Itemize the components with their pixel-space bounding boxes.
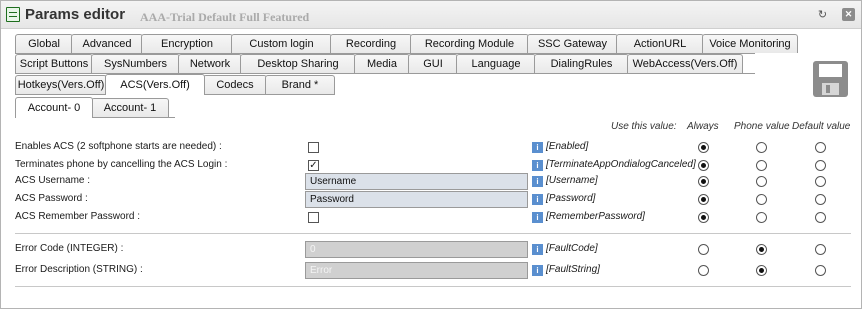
use-default-radio[interactable] (815, 194, 826, 205)
tab-row1-0[interactable]: Global (15, 34, 73, 53)
param-label: Error Description (STRING) : (15, 264, 143, 275)
save-disk-icon[interactable] (813, 61, 848, 97)
tab-row2-2[interactable]: Network (178, 54, 242, 73)
info-icon[interactable]: i (532, 212, 543, 223)
use-default-radio[interactable] (815, 265, 826, 276)
param-label: Terminates phone by cancelling the ACS L… (15, 159, 228, 170)
param-checkbox[interactable]: ✓ (308, 160, 319, 171)
tab-row2-6[interactable]: Language (456, 54, 536, 73)
tab-row1-4[interactable]: Recording (330, 34, 412, 53)
tab-row2-0[interactable]: Script Buttons (15, 54, 93, 73)
use-always-radio[interactable] (698, 194, 709, 205)
use-always-radio[interactable] (698, 265, 709, 276)
param-checkbox[interactable] (308, 212, 319, 223)
params-editor-window: Params editor AAA-Trial Default Full Fea… (0, 0, 862, 309)
use-always-radio[interactable] (698, 142, 709, 153)
info-icon[interactable]: i (532, 176, 543, 187)
tab-row3-1[interactable]: ACS(Vers.Off) (105, 74, 205, 95)
tab-row1-7[interactable]: ActionURL (616, 34, 704, 53)
use-always-radio[interactable] (698, 244, 709, 255)
use-phone-radio[interactable] (756, 176, 767, 187)
info-icon[interactable]: i (532, 244, 543, 255)
always-column-header: Always (687, 121, 719, 132)
param-label: ACS Username : (15, 175, 91, 186)
document-icon (6, 7, 20, 22)
param-name: [RememberPassword] (546, 211, 645, 222)
tab-account-1[interactable]: Account- 1 (91, 98, 169, 117)
tab-row1-5[interactable]: Recording Module (410, 34, 529, 53)
use-phone-radio[interactable] (756, 142, 767, 153)
param-label: Error Code (INTEGER) : (15, 243, 124, 254)
param-row: ACS Remember Password : i [RememberPasswor… (1, 209, 861, 227)
tab-row2-5[interactable]: GUI (408, 54, 458, 73)
param-name: [Username] (546, 175, 598, 186)
param-row: ACS Username : Username i [Username] (1, 173, 861, 191)
param-label: ACS Password : (15, 193, 88, 204)
param-label: Enables ACS (2 softphone starts are need… (15, 141, 222, 152)
use-phone-radio[interactable] (756, 160, 767, 171)
param-checkbox[interactable] (308, 142, 319, 153)
section-separator (15, 233, 851, 234)
use-always-radio[interactable] (698, 176, 709, 187)
info-icon[interactable]: i (532, 194, 543, 205)
use-default-radio[interactable] (815, 142, 826, 153)
tab-row2-4[interactable]: Media (354, 54, 410, 73)
title-bar: Params editor AAA-Trial Default Full Fea… (1, 1, 861, 29)
tab-account-0[interactable]: Account- 0 (15, 97, 93, 118)
refresh-icon[interactable]: ↻ (816, 8, 829, 21)
tab-row1-2[interactable]: Encryption (141, 34, 233, 53)
param-text-field[interactable]: Username (305, 173, 528, 190)
param-text-field[interactable]: Password (305, 191, 528, 208)
tab-row2-3[interactable]: Desktop Sharing (240, 54, 356, 73)
tab-row3-2[interactable]: Codecs (203, 75, 267, 94)
use-always-radio[interactable] (698, 212, 709, 223)
tab-row1-1[interactable]: Advanced (71, 34, 143, 53)
use-always-radio[interactable] (698, 160, 709, 171)
default-value-column-header: Default value (792, 121, 851, 132)
use-default-radio[interactable] (815, 176, 826, 187)
use-phone-radio[interactable] (756, 212, 767, 223)
info-icon[interactable]: i (532, 160, 543, 171)
param-row: Enables ACS (2 softphone starts are need… (1, 139, 861, 157)
param-name: [FaultString] (546, 264, 600, 275)
param-row: Error Code (INTEGER) : 0 i [FaultCode] (1, 241, 861, 259)
tab-row2-7[interactable]: DialingRules (534, 54, 629, 73)
param-name: [TerminateAppOndialogCanceled] (546, 159, 696, 170)
use-phone-radio[interactable] (756, 194, 767, 205)
param-text-field: Error (305, 262, 528, 279)
tab-row1-6[interactable]: SSC Gateway (527, 34, 618, 53)
param-label: ACS Remember Password : (15, 211, 141, 222)
param-text-field: 0 (305, 241, 528, 258)
info-icon[interactable]: i (532, 265, 543, 276)
window-subtitle: AAA-Trial Default Full Featured (140, 10, 310, 24)
tab-row1-8[interactable]: Voice Monitoring (702, 34, 798, 53)
info-icon[interactable]: i (532, 142, 543, 153)
use-default-radio[interactable] (815, 212, 826, 223)
param-name: [Enabled] (546, 141, 589, 152)
use-phone-radio[interactable] (756, 265, 767, 276)
use-default-radio[interactable] (815, 244, 826, 255)
phone-value-column-header: Phone value (734, 121, 790, 132)
tab-row2-1[interactable]: SysNumbers (91, 54, 180, 73)
param-name: [FaultCode] (546, 243, 598, 254)
use-default-radio[interactable] (815, 160, 826, 171)
tab-row3-3[interactable]: Brand * (265, 75, 335, 94)
use-this-value-header: Use this value: (611, 121, 677, 132)
tab-row2-8[interactable]: WebAccess(Vers.Off) (627, 54, 743, 73)
param-row: ACS Password : Password i [Password] (1, 191, 861, 209)
close-icon[interactable]: ✕ (842, 8, 855, 21)
use-phone-radio[interactable] (756, 244, 767, 255)
param-row: Error Description (STRING) : Error i [Fault… (1, 262, 861, 280)
bottom-separator (15, 286, 851, 287)
param-name: [Password] (546, 193, 596, 204)
tab-row1-3[interactable]: Custom login (231, 34, 332, 53)
tab-row3-0[interactable]: Hotkeys(Vers.Off) (15, 75, 107, 94)
window-title: Params editor (25, 6, 126, 23)
